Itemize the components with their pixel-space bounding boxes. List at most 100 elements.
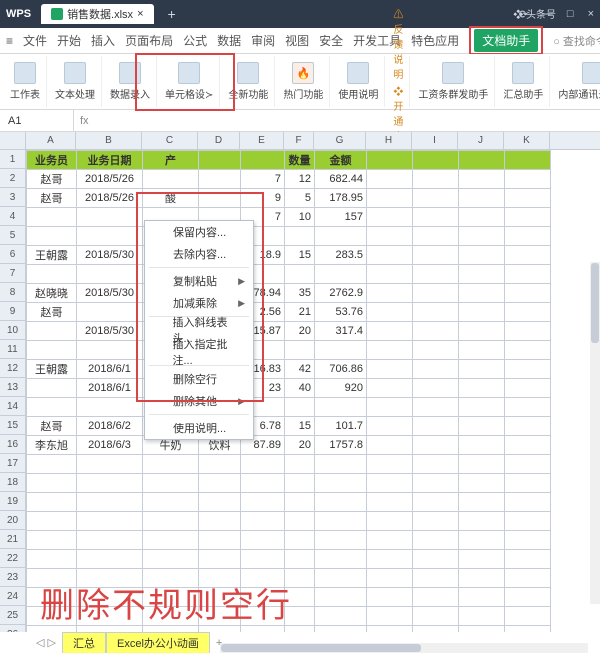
col-header[interactable]: G [314,132,366,149]
cell[interactable] [285,474,315,493]
cell[interactable]: 赵哥 [27,189,77,208]
sheet-nav[interactable]: ◁ ▷ [30,636,62,649]
cell[interactable] [241,512,285,531]
ribbon-new[interactable]: 全新功能 [222,56,275,107]
cell[interactable] [143,531,199,550]
cell[interactable] [413,322,459,341]
cell[interactable] [315,398,367,417]
cell[interactable] [143,170,199,189]
sheet-tab-excel-anim[interactable]: Excel办公小动画 [106,632,210,653]
cell[interactable] [459,284,505,303]
cell[interactable] [413,379,459,398]
cell[interactable] [315,455,367,474]
cell[interactable] [199,550,241,569]
cell[interactable] [367,436,413,455]
name-box[interactable]: A1 [0,110,74,131]
cell[interactable]: 2018/5/26 [77,170,143,189]
cell[interactable]: 15 [285,246,315,265]
cell[interactable] [413,417,459,436]
row-header[interactable]: 16 [0,435,25,454]
ribbon-cell[interactable]: 单元格设≻ [159,56,220,107]
hamburger-icon[interactable]: ≡ [6,34,13,48]
cell[interactable] [315,607,367,626]
cell[interactable] [315,474,367,493]
cell[interactable] [505,303,551,322]
cell[interactable] [27,379,77,398]
cell[interactable] [199,493,241,512]
data-grid[interactable]: 业务员业务日期产数量金额赵哥2018/5/26712682.44赵哥2018/5… [26,150,551,632]
col-header[interactable]: B [76,132,142,149]
cell[interactable] [505,284,551,303]
cell[interactable] [367,398,413,417]
cell[interactable] [505,379,551,398]
cell[interactable] [367,626,413,633]
cell[interactable] [505,569,551,588]
cell[interactable] [241,493,285,512]
cell[interactable] [413,265,459,284]
cell[interactable] [367,303,413,322]
cell[interactable] [459,246,505,265]
cell[interactable] [413,607,459,626]
col-header[interactable]: I [412,132,458,149]
cell[interactable] [199,569,241,588]
cell[interactable]: 2018/5/30 [77,284,143,303]
cell[interactable] [459,588,505,607]
cell[interactable] [143,512,199,531]
cell[interactable]: 2762.9 [315,284,367,303]
menu-doc-helper[interactable]: 文档助手 [474,29,538,52]
cell[interactable] [413,455,459,474]
cell[interactable] [315,588,367,607]
cell[interactable] [413,531,459,550]
cell[interactable]: 101.7 [315,417,367,436]
cell[interactable] [413,474,459,493]
cell[interactable] [505,341,551,360]
cell[interactable] [459,531,505,550]
menu-features[interactable]: 特色应用 [411,32,459,49]
cell[interactable]: 35 [285,284,315,303]
cell[interactable] [459,208,505,227]
cell[interactable]: 赵哥 [27,170,77,189]
col-header[interactable]: A [26,132,76,149]
cell[interactable] [241,607,285,626]
row-header[interactable]: 7 [0,264,25,283]
cell[interactable] [27,265,77,284]
cell[interactable] [413,341,459,360]
cell[interactable] [413,227,459,246]
cell[interactable] [77,607,143,626]
row-header[interactable]: 3 [0,188,25,207]
cell[interactable]: 酸 [143,189,199,208]
cell[interactable] [285,398,315,417]
cell[interactable] [199,512,241,531]
cell[interactable] [285,455,315,474]
cell[interactable] [367,550,413,569]
cell[interactable] [77,208,143,227]
row-header[interactable]: 23 [0,568,25,587]
cell[interactable] [199,455,241,474]
row-header[interactable]: 20 [0,511,25,530]
row-header[interactable]: 13 [0,378,25,397]
cell[interactable] [505,227,551,246]
row-header[interactable]: 5 [0,226,25,245]
cell[interactable] [413,398,459,417]
ribbon-help[interactable]: 使用说明 [332,56,385,107]
cell[interactable]: 产 [143,151,199,170]
cell[interactable] [459,227,505,246]
cell[interactable] [27,531,77,550]
cell[interactable]: 40 [285,379,315,398]
cell[interactable] [459,550,505,569]
cell[interactable] [77,398,143,417]
cell[interactable] [505,322,551,341]
cell[interactable] [241,550,285,569]
cell[interactable] [285,512,315,531]
cell[interactable] [459,151,505,170]
cell[interactable] [367,341,413,360]
cell[interactable] [315,626,367,633]
cell[interactable]: 业务日期 [77,151,143,170]
sheet-tab-summary[interactable]: 汇总 [62,632,106,653]
row-header[interactable]: 6 [0,245,25,264]
cell[interactable] [367,227,413,246]
context-menu-item[interactable]: 删除其他▶ [145,390,253,412]
cell[interactable] [413,550,459,569]
cell[interactable] [315,493,367,512]
document-tab[interactable]: 销售数据.xlsx × [41,4,153,24]
